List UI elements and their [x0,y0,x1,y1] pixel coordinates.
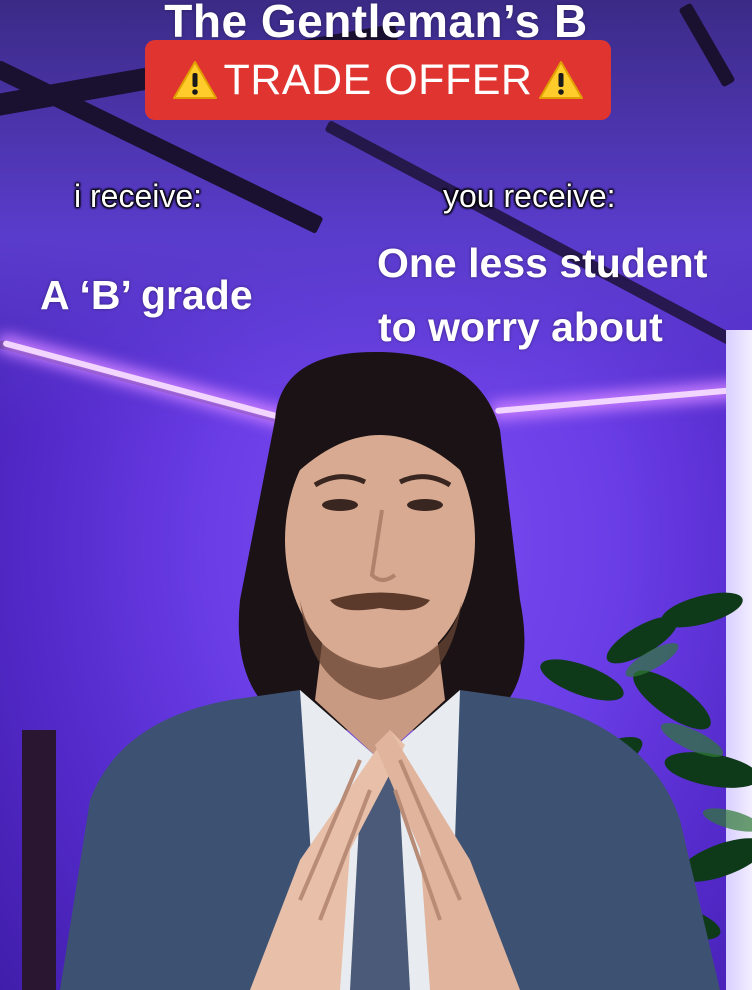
man-in-suit [60,351,720,990]
right-caption: you receive: [443,178,616,214]
warning-icon [172,61,217,99]
banner-text: TRADE OFFER [223,55,533,104]
left-caption: i receive: [74,178,203,214]
right-value-line2: to worry about [378,304,663,350]
meme-photo [0,0,752,990]
trade-offer-banner: TRADE OFFER [145,40,611,120]
right-value-line1: One less student [377,240,708,286]
warning-icon [539,61,584,99]
left-value: A ‘B’ grade [40,272,253,318]
